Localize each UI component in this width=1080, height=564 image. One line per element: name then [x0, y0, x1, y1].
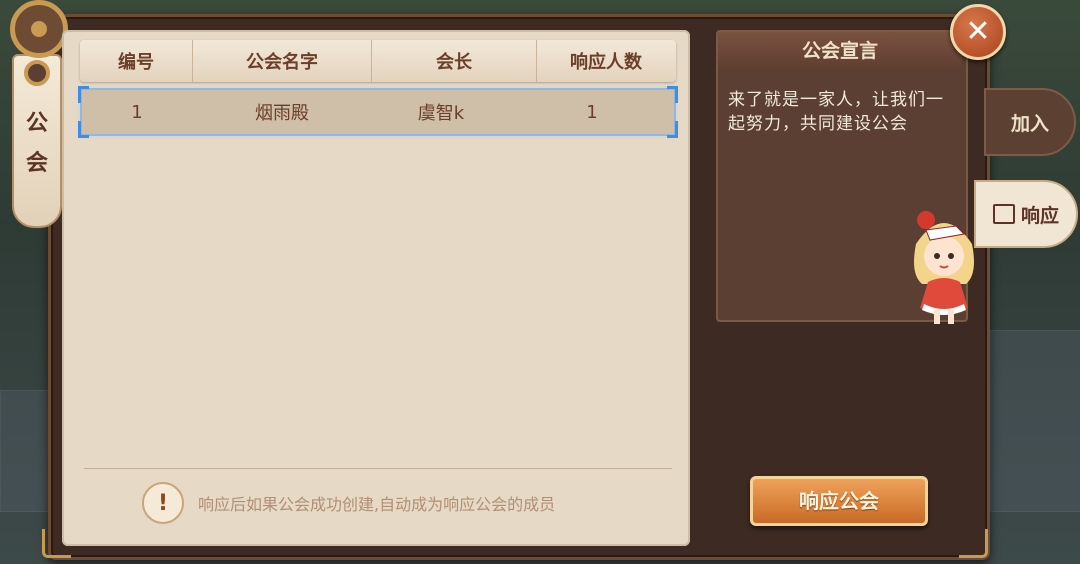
- cell-id: 1: [131, 101, 143, 123]
- tab-respond-label: 响应: [1020, 204, 1059, 227]
- chibi-character-icon: [914, 211, 974, 324]
- declaration-title: 公会宣言: [718, 32, 962, 70]
- table-row[interactable]: 1 烟雨殿 虞智k 1: [78, 86, 678, 138]
- header-response-count: 响应人数: [570, 52, 642, 73]
- respond-guild-button[interactable]: 响应公会: [750, 476, 928, 526]
- exclamation-icon: !: [142, 482, 184, 524]
- divider: [84, 468, 672, 469]
- notice-text: 响应后如果公会成功创建,自动成为响应公会的成员: [198, 495, 556, 514]
- tab-guild-label-2: 会: [25, 151, 48, 176]
- selection-bracket: [78, 121, 89, 138]
- cell-leader: 虞智k: [417, 103, 465, 124]
- notice: ! 响应后如果公会成功创建,自动成为响应公会的成员: [142, 482, 555, 524]
- shop-icon: [992, 204, 1015, 224]
- header-guild-name: 公会名字: [246, 52, 318, 73]
- tab-respond[interactable]: 响应: [974, 180, 1078, 248]
- selection-bracket: [78, 86, 89, 103]
- selection-bracket: [667, 86, 678, 103]
- table-header: 编号 公会名字 会长 响应人数: [80, 40, 676, 82]
- ship-wheel-icon: [10, 0, 68, 58]
- cell-guild-name: 烟雨殿: [255, 103, 309, 124]
- background-tile: [990, 330, 1080, 512]
- cell-response-count: 1: [586, 101, 598, 123]
- tab-guild-label-1: 公: [25, 111, 48, 136]
- selection-bracket: [667, 121, 678, 138]
- tab-join-label: 加入: [1010, 112, 1049, 135]
- frame-corner-ornament: [959, 529, 988, 558]
- header-leader: 会长: [436, 52, 472, 73]
- declaration-text: 来了就是一家人，让我们一起努力，共同建设公会: [728, 90, 944, 134]
- tab-join[interactable]: 加入: [984, 88, 1076, 156]
- close-icon[interactable]: ✕: [950, 4, 1006, 60]
- ring-ornament-icon: [24, 60, 50, 86]
- header-id: 编号: [118, 52, 154, 73]
